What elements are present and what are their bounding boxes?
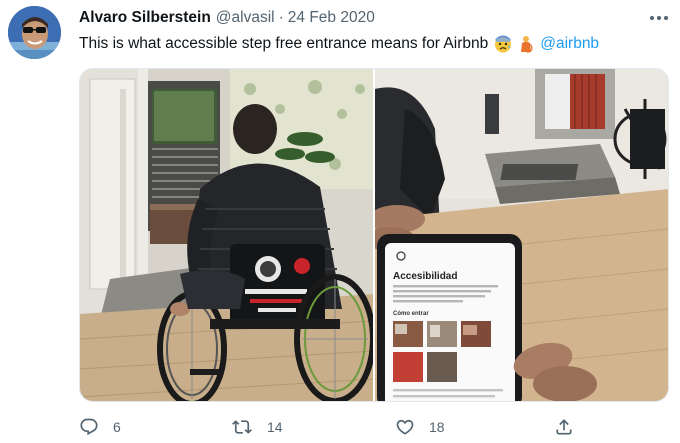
- person-in-wheelchair-emoji-icon: [521, 36, 533, 53]
- reply-icon: [80, 418, 98, 436]
- avatar[interactable]: [8, 6, 61, 59]
- tweet-header: Alvaro Silberstein @alvasil · 24 Feb 202…: [79, 9, 375, 29]
- separator: ·: [278, 9, 284, 26]
- like-button[interactable]: 18: [395, 416, 445, 438]
- photo-wheelchair-entrance[interactable]: [80, 69, 373, 401]
- tweet-date[interactable]: 24 Feb 2020: [288, 9, 375, 27]
- share-icon: [556, 419, 572, 435]
- photo-phone-airbnb-listing[interactable]: Accesibilidad Cómo entrar: [375, 69, 668, 401]
- retweet-button[interactable]: 14: [231, 416, 283, 438]
- tweet: Alvaro Silberstein @alvasil · 24 Feb 202…: [0, 0, 680, 443]
- phone-heading: Accesibilidad: [393, 271, 457, 282]
- reply-button[interactable]: 6: [79, 416, 121, 438]
- photo-phone-image: Accesibilidad Cómo entrar: [375, 69, 668, 401]
- tweet-body: This is what accessible step free entran…: [79, 35, 489, 52]
- author-handle[interactable]: @alvasil: [216, 9, 275, 27]
- action-bar: 6 14 18: [79, 412, 669, 442]
- avatar-image: [8, 6, 61, 59]
- like-icon: [396, 419, 414, 435]
- photo-wheelchair-image: [80, 69, 373, 401]
- media-grid: Accesibilidad Cómo entrar: [79, 68, 669, 402]
- tweet-text: This is what accessible step free entran…: [79, 34, 669, 54]
- anxious-face-emoji-icon: [495, 35, 512, 53]
- retweet-count: 14: [267, 419, 283, 435]
- reply-count: 6: [113, 419, 121, 435]
- more-icon: [650, 16, 668, 20]
- share-button[interactable]: [554, 416, 574, 438]
- retweet-icon: [232, 420, 252, 434]
- author-name[interactable]: Alvaro Silberstein: [79, 9, 211, 27]
- like-count: 18: [429, 419, 445, 435]
- more-button[interactable]: [646, 10, 672, 26]
- phone-section: Cómo entrar: [393, 311, 429, 317]
- mention-link[interactable]: @airbnb: [540, 34, 599, 54]
